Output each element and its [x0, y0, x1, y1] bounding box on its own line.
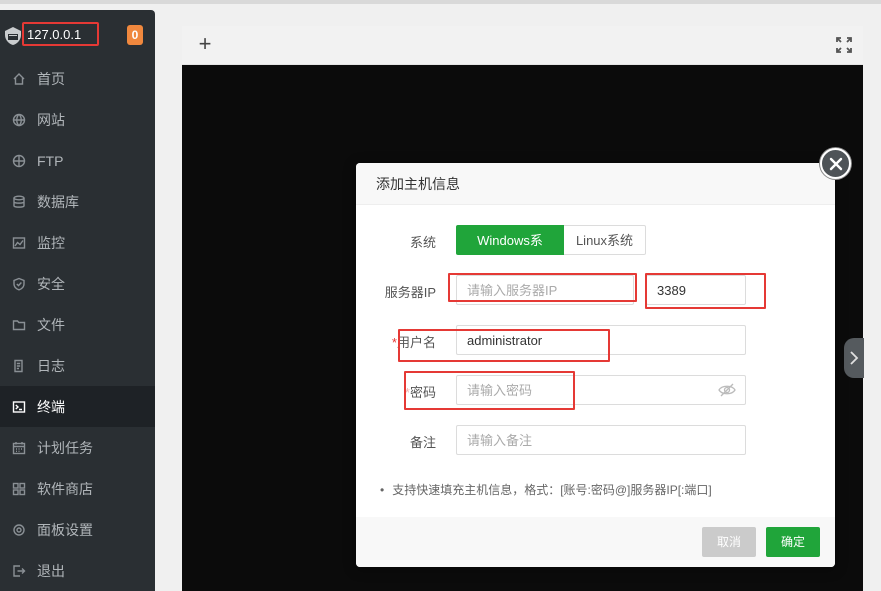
ftp-globe-icon [12, 154, 26, 168]
sidebar-item-label: 文件 [37, 316, 65, 333]
gear-icon [12, 523, 26, 537]
windows-system-option[interactable]: Windows系统 [456, 225, 564, 278]
sidebar-item-website[interactable]: 网站 [0, 99, 155, 140]
sidebar-item-terminal[interactable]: 终端 [0, 386, 155, 427]
ip-highlight-box [22, 22, 99, 46]
sidebar-item-label: 退出 [37, 562, 65, 579]
linux-system-option[interactable]: Linux系统 [564, 225, 646, 255]
username-label-text: 用户名 [396, 335, 436, 350]
password-input[interactable] [456, 375, 746, 405]
home-icon [12, 72, 26, 86]
system-label: 系统 [409, 235, 436, 250]
sidebar: 127.0.0.1 0 首页 网站 FTP 数据库 监控 安全 文件 日志 终端… [0, 10, 155, 591]
terminal-icon [12, 400, 26, 414]
sidebar-item-logout[interactable]: 退出 [0, 550, 155, 591]
username-input[interactable] [456, 325, 746, 355]
server-ip-input[interactable] [456, 275, 634, 305]
add-host-dialog: 添加主机信息 系统 Windows系统 Linux系统 服务器IP *用户名 *… [356, 163, 835, 567]
sidebar-header: 127.0.0.1 0 [0, 10, 155, 58]
sidebar-item-label: 日志 [37, 357, 65, 374]
cancel-button[interactable]: 取消 [702, 527, 756, 557]
eye-off-icon[interactable] [718, 383, 736, 397]
chevron-right-icon [850, 351, 859, 365]
log-icon [12, 359, 26, 373]
confirm-button[interactable]: 确定 [766, 527, 820, 557]
note-label: 备注 [409, 435, 436, 450]
sidebar-item-label: 监控 [37, 234, 65, 251]
sidebar-item-ftp[interactable]: FTP [0, 140, 155, 181]
logout-icon [12, 564, 26, 578]
top-strip [0, 0, 881, 4]
calendar-icon [12, 441, 26, 455]
sidebar-menu: 首页 网站 FTP 数据库 监控 安全 文件 日志 终端 计划任务 软件商店 面… [0, 58, 155, 591]
database-icon [12, 195, 26, 209]
sidebar-item-app-store[interactable]: 软件商店 [0, 468, 155, 509]
sidebar-item-label: 首页 [37, 70, 65, 87]
note-input[interactable] [456, 425, 746, 455]
format-tip: 支持快速填充主机信息，格式：[账号:密码@]服务器IP[:端口] [380, 481, 712, 498]
notification-badge[interactable]: 0 [127, 25, 143, 45]
apps-icon [12, 482, 26, 496]
sidebar-item-database[interactable]: 数据库 [0, 181, 155, 222]
server-ip-label: 服务器IP [384, 285, 436, 300]
sidebar-item-label: 安全 [37, 275, 65, 292]
sidebar-item-cron[interactable]: 计划任务 [0, 427, 155, 468]
sidebar-item-label: 计划任务 [37, 439, 93, 456]
expand-side-panel-button[interactable] [844, 338, 864, 378]
folder-icon [12, 318, 26, 332]
username-label: *用户名 [356, 332, 436, 351]
password-label-text: 密码 [409, 385, 436, 400]
sidebar-item-label: FTP [37, 152, 64, 169]
system-selector: Windows系统 Linux系统 [456, 225, 646, 278]
sidebar-item-files[interactable]: 文件 [0, 304, 155, 345]
add-terminal-button[interactable]: + [195, 33, 215, 55]
dialog-close-button[interactable] [820, 148, 851, 179]
sidebar-item-label: 数据库 [37, 193, 79, 210]
globe-icon [12, 113, 26, 127]
logo-icon [5, 27, 21, 45]
terminal-toolbar: + [182, 26, 863, 65]
fullscreen-icon[interactable] [835, 36, 853, 54]
dialog-footer: 取消 确定 [356, 517, 835, 567]
dialog-title: 添加主机信息 [356, 163, 835, 205]
sidebar-item-panel-settings[interactable]: 面板设置 [0, 509, 155, 550]
sidebar-item-label: 网站 [37, 111, 65, 128]
sidebar-item-label: 面板设置 [37, 521, 93, 538]
monitor-icon [12, 236, 26, 250]
password-label: *密码 [356, 382, 436, 401]
sidebar-item-home[interactable]: 首页 [0, 58, 155, 99]
sidebar-item-monitor[interactable]: 监控 [0, 222, 155, 263]
sidebar-item-label: 终端 [37, 398, 65, 415]
port-input[interactable] [646, 275, 746, 305]
sidebar-item-label: 软件商店 [37, 480, 93, 497]
close-icon [829, 157, 842, 170]
sidebar-item-logs[interactable]: 日志 [0, 345, 155, 386]
shield-icon [12, 277, 26, 291]
sidebar-item-security[interactable]: 安全 [0, 263, 155, 304]
